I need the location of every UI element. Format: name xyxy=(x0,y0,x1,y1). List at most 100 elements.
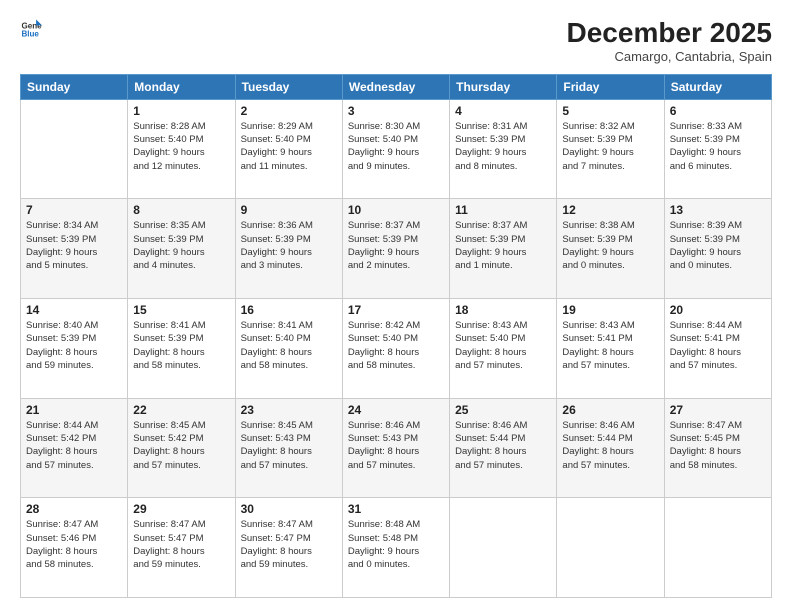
day-info: Sunrise: 8:39 AM Sunset: 5:39 PM Dayligh… xyxy=(670,219,766,272)
day-info: Sunrise: 8:47 AM Sunset: 5:45 PM Dayligh… xyxy=(670,419,766,472)
day-number: 27 xyxy=(670,403,766,417)
day-info: Sunrise: 8:47 AM Sunset: 5:46 PM Dayligh… xyxy=(26,518,122,571)
day-info: Sunrise: 8:46 AM Sunset: 5:43 PM Dayligh… xyxy=(348,419,444,472)
subtitle: Camargo, Cantabria, Spain xyxy=(567,49,772,64)
day-cell: 18 Sunrise: 8:43 AM Sunset: 5:40 PM Dayli… xyxy=(450,299,557,399)
day-info: Sunrise: 8:28 AM Sunset: 5:40 PM Dayligh… xyxy=(133,120,229,173)
day-info: Sunrise: 8:36 AM Sunset: 5:39 PM Dayligh… xyxy=(241,219,337,272)
day-info: Sunrise: 8:47 AM Sunset: 5:47 PM Dayligh… xyxy=(133,518,229,571)
day-cell: 4 Sunrise: 8:31 AM Sunset: 5:39 PM Daylig… xyxy=(450,99,557,199)
day-number: 20 xyxy=(670,303,766,317)
day-info: Sunrise: 8:41 AM Sunset: 5:39 PM Dayligh… xyxy=(133,319,229,372)
day-info: Sunrise: 8:37 AM Sunset: 5:39 PM Dayligh… xyxy=(455,219,551,272)
calendar-table: SundayMondayTuesdayWednesdayThursdayFrid… xyxy=(20,74,772,598)
day-info: Sunrise: 8:43 AM Sunset: 5:40 PM Dayligh… xyxy=(455,319,551,372)
day-number: 7 xyxy=(26,203,122,217)
day-number: 6 xyxy=(670,104,766,118)
col-header-friday: Friday xyxy=(557,74,664,99)
day-number: 8 xyxy=(133,203,229,217)
day-cell: 19Sunrise: 8:43 AM Sunset: 5:41 PM Dayli… xyxy=(557,299,664,399)
day-cell: 1 Sunrise: 8:28 AM Sunset: 5:40 PM Daylig… xyxy=(128,99,235,199)
col-header-monday: Monday xyxy=(128,74,235,99)
day-number: 17 xyxy=(348,303,444,317)
week-row-2: 7Sunrise: 8:34 AM Sunset: 5:39 PM Daylig… xyxy=(21,199,772,299)
week-row-5: 28 Sunrise: 8:47 AM Sunset: 5:46 PM Dayli… xyxy=(21,498,772,598)
day-number: 29 xyxy=(133,502,229,516)
logo: General Blue xyxy=(20,18,42,40)
day-cell: 9 Sunrise: 8:36 AM Sunset: 5:39 PM Daylig… xyxy=(235,199,342,299)
day-cell: 16 Sunrise: 8:41 AM Sunset: 5:40 PM Dayli… xyxy=(235,299,342,399)
day-info: Sunrise: 8:40 AM Sunset: 5:39 PM Dayligh… xyxy=(26,319,122,372)
header: General Blue December 2025 Camargo, Cant… xyxy=(20,18,772,64)
day-cell: 31Sunrise: 8:48 AM Sunset: 5:48 PM Dayli… xyxy=(342,498,449,598)
day-number: 5 xyxy=(562,104,658,118)
day-cell: 21Sunrise: 8:44 AM Sunset: 5:42 PM Dayli… xyxy=(21,398,128,498)
day-number: 18 xyxy=(455,303,551,317)
day-cell xyxy=(450,498,557,598)
col-header-sunday: Sunday xyxy=(21,74,128,99)
day-cell xyxy=(664,498,771,598)
day-number: 24 xyxy=(348,403,444,417)
col-header-wednesday: Wednesday xyxy=(342,74,449,99)
day-info: Sunrise: 8:46 AM Sunset: 5:44 PM Dayligh… xyxy=(562,419,658,472)
day-number: 28 xyxy=(26,502,122,516)
week-row-4: 21Sunrise: 8:44 AM Sunset: 5:42 PM Dayli… xyxy=(21,398,772,498)
day-number: 3 xyxy=(348,104,444,118)
day-cell: 29 Sunrise: 8:47 AM Sunset: 5:47 PM Dayli… xyxy=(128,498,235,598)
day-cell: 30Sunrise: 8:47 AM Sunset: 5:47 PM Dayli… xyxy=(235,498,342,598)
day-cell xyxy=(557,498,664,598)
day-number: 12 xyxy=(562,203,658,217)
title-block: December 2025 Camargo, Cantabria, Spain xyxy=(567,18,772,64)
day-cell: 27 Sunrise: 8:47 AM Sunset: 5:45 PM Dayli… xyxy=(664,398,771,498)
day-number: 23 xyxy=(241,403,337,417)
day-cell: 8Sunrise: 8:35 AM Sunset: 5:39 PM Daylig… xyxy=(128,199,235,299)
day-number: 14 xyxy=(26,303,122,317)
day-cell: 7Sunrise: 8:34 AM Sunset: 5:39 PM Daylig… xyxy=(21,199,128,299)
day-number: 13 xyxy=(670,203,766,217)
day-cell: 3 Sunrise: 8:30 AM Sunset: 5:40 PM Daylig… xyxy=(342,99,449,199)
logo-icon: General Blue xyxy=(20,18,42,40)
day-number: 4 xyxy=(455,104,551,118)
page: General Blue December 2025 Camargo, Cant… xyxy=(0,0,792,612)
day-number: 30 xyxy=(241,502,337,516)
col-header-tuesday: Tuesday xyxy=(235,74,342,99)
day-cell: 23 Sunrise: 8:45 AM Sunset: 5:43 PM Dayli… xyxy=(235,398,342,498)
day-number: 16 xyxy=(241,303,337,317)
day-info: Sunrise: 8:29 AM Sunset: 5:40 PM Dayligh… xyxy=(241,120,337,173)
day-cell xyxy=(21,99,128,199)
day-info: Sunrise: 8:46 AM Sunset: 5:44 PM Dayligh… xyxy=(455,419,551,472)
day-cell: 6 Sunrise: 8:33 AM Sunset: 5:39 PM Daylig… xyxy=(664,99,771,199)
day-cell: 20Sunrise: 8:44 AM Sunset: 5:41 PM Dayli… xyxy=(664,299,771,399)
day-cell: 12Sunrise: 8:38 AM Sunset: 5:39 PM Dayli… xyxy=(557,199,664,299)
day-cell: 15 Sunrise: 8:41 AM Sunset: 5:39 PM Dayli… xyxy=(128,299,235,399)
day-cell: 24 Sunrise: 8:46 AM Sunset: 5:43 PM Dayli… xyxy=(342,398,449,498)
col-header-thursday: Thursday xyxy=(450,74,557,99)
col-header-saturday: Saturday xyxy=(664,74,771,99)
day-number: 10 xyxy=(348,203,444,217)
day-cell: 2 Sunrise: 8:29 AM Sunset: 5:40 PM Daylig… xyxy=(235,99,342,199)
day-number: 15 xyxy=(133,303,229,317)
day-number: 25 xyxy=(455,403,551,417)
day-info: Sunrise: 8:32 AM Sunset: 5:39 PM Dayligh… xyxy=(562,120,658,173)
header-row: SundayMondayTuesdayWednesdayThursdayFrid… xyxy=(21,74,772,99)
day-cell: 17Sunrise: 8:42 AM Sunset: 5:40 PM Dayli… xyxy=(342,299,449,399)
day-cell: 10 Sunrise: 8:37 AM Sunset: 5:39 PM Dayli… xyxy=(342,199,449,299)
day-cell: 26Sunrise: 8:46 AM Sunset: 5:44 PM Dayli… xyxy=(557,398,664,498)
day-cell: 25 Sunrise: 8:46 AM Sunset: 5:44 PM Dayli… xyxy=(450,398,557,498)
day-info: Sunrise: 8:43 AM Sunset: 5:41 PM Dayligh… xyxy=(562,319,658,372)
week-row-3: 14 Sunrise: 8:40 AM Sunset: 5:39 PM Dayli… xyxy=(21,299,772,399)
day-info: Sunrise: 8:37 AM Sunset: 5:39 PM Dayligh… xyxy=(348,219,444,272)
day-info: Sunrise: 8:31 AM Sunset: 5:39 PM Dayligh… xyxy=(455,120,551,173)
day-number: 2 xyxy=(241,104,337,118)
day-info: Sunrise: 8:30 AM Sunset: 5:40 PM Dayligh… xyxy=(348,120,444,173)
day-info: Sunrise: 8:41 AM Sunset: 5:40 PM Dayligh… xyxy=(241,319,337,372)
day-number: 9 xyxy=(241,203,337,217)
day-cell: 13 Sunrise: 8:39 AM Sunset: 5:39 PM Dayli… xyxy=(664,199,771,299)
day-info: Sunrise: 8:45 AM Sunset: 5:43 PM Dayligh… xyxy=(241,419,337,472)
day-info: Sunrise: 8:33 AM Sunset: 5:39 PM Dayligh… xyxy=(670,120,766,173)
day-number: 21 xyxy=(26,403,122,417)
day-number: 1 xyxy=(133,104,229,118)
week-row-1: 1 Sunrise: 8:28 AM Sunset: 5:40 PM Daylig… xyxy=(21,99,772,199)
day-number: 11 xyxy=(455,203,551,217)
day-number: 31 xyxy=(348,502,444,516)
